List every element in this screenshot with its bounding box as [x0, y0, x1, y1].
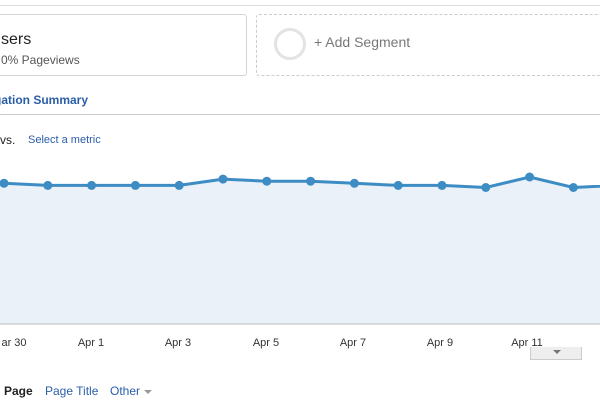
data-point[interactable]	[262, 176, 272, 186]
x-tick-label: Apr 9	[427, 337, 453, 349]
chevron-down-icon	[553, 350, 561, 354]
data-point[interactable]	[306, 176, 316, 186]
data-point[interactable]	[130, 180, 140, 190]
dimension-other[interactable]: Other	[110, 384, 153, 398]
data-point[interactable]	[218, 174, 228, 184]
x-tick-label: Apr 3	[165, 337, 191, 349]
chart-area-fill	[0, 177, 600, 324]
data-point[interactable]	[87, 180, 97, 190]
data-point[interactable]	[43, 180, 53, 190]
chart-expand-tab[interactable]	[530, 347, 582, 360]
dimension-page-title[interactable]: Page Title	[45, 384, 98, 398]
line-chart: ar 30 Apr 1 Apr 3 Apr 5 Apr 7 Apr 9 Apr 11	[0, 172, 600, 349]
caret-down-icon	[144, 389, 153, 394]
data-point[interactable]	[174, 180, 184, 190]
x-tick-label: ar 30	[1, 337, 26, 349]
data-point[interactable]	[437, 180, 447, 190]
data-point[interactable]	[525, 172, 535, 182]
data-point[interactable]	[393, 180, 403, 190]
x-tick-label: Apr 5	[253, 337, 279, 349]
dimension-other-label: Other	[110, 384, 141, 398]
x-tick-label: Apr 1	[78, 337, 104, 349]
data-point[interactable]	[349, 178, 359, 188]
data-point[interactable]	[568, 183, 578, 192]
data-point[interactable]	[481, 183, 491, 192]
dimension-page[interactable]: Page	[4, 384, 33, 398]
x-tick-label: Apr 7	[340, 337, 366, 349]
